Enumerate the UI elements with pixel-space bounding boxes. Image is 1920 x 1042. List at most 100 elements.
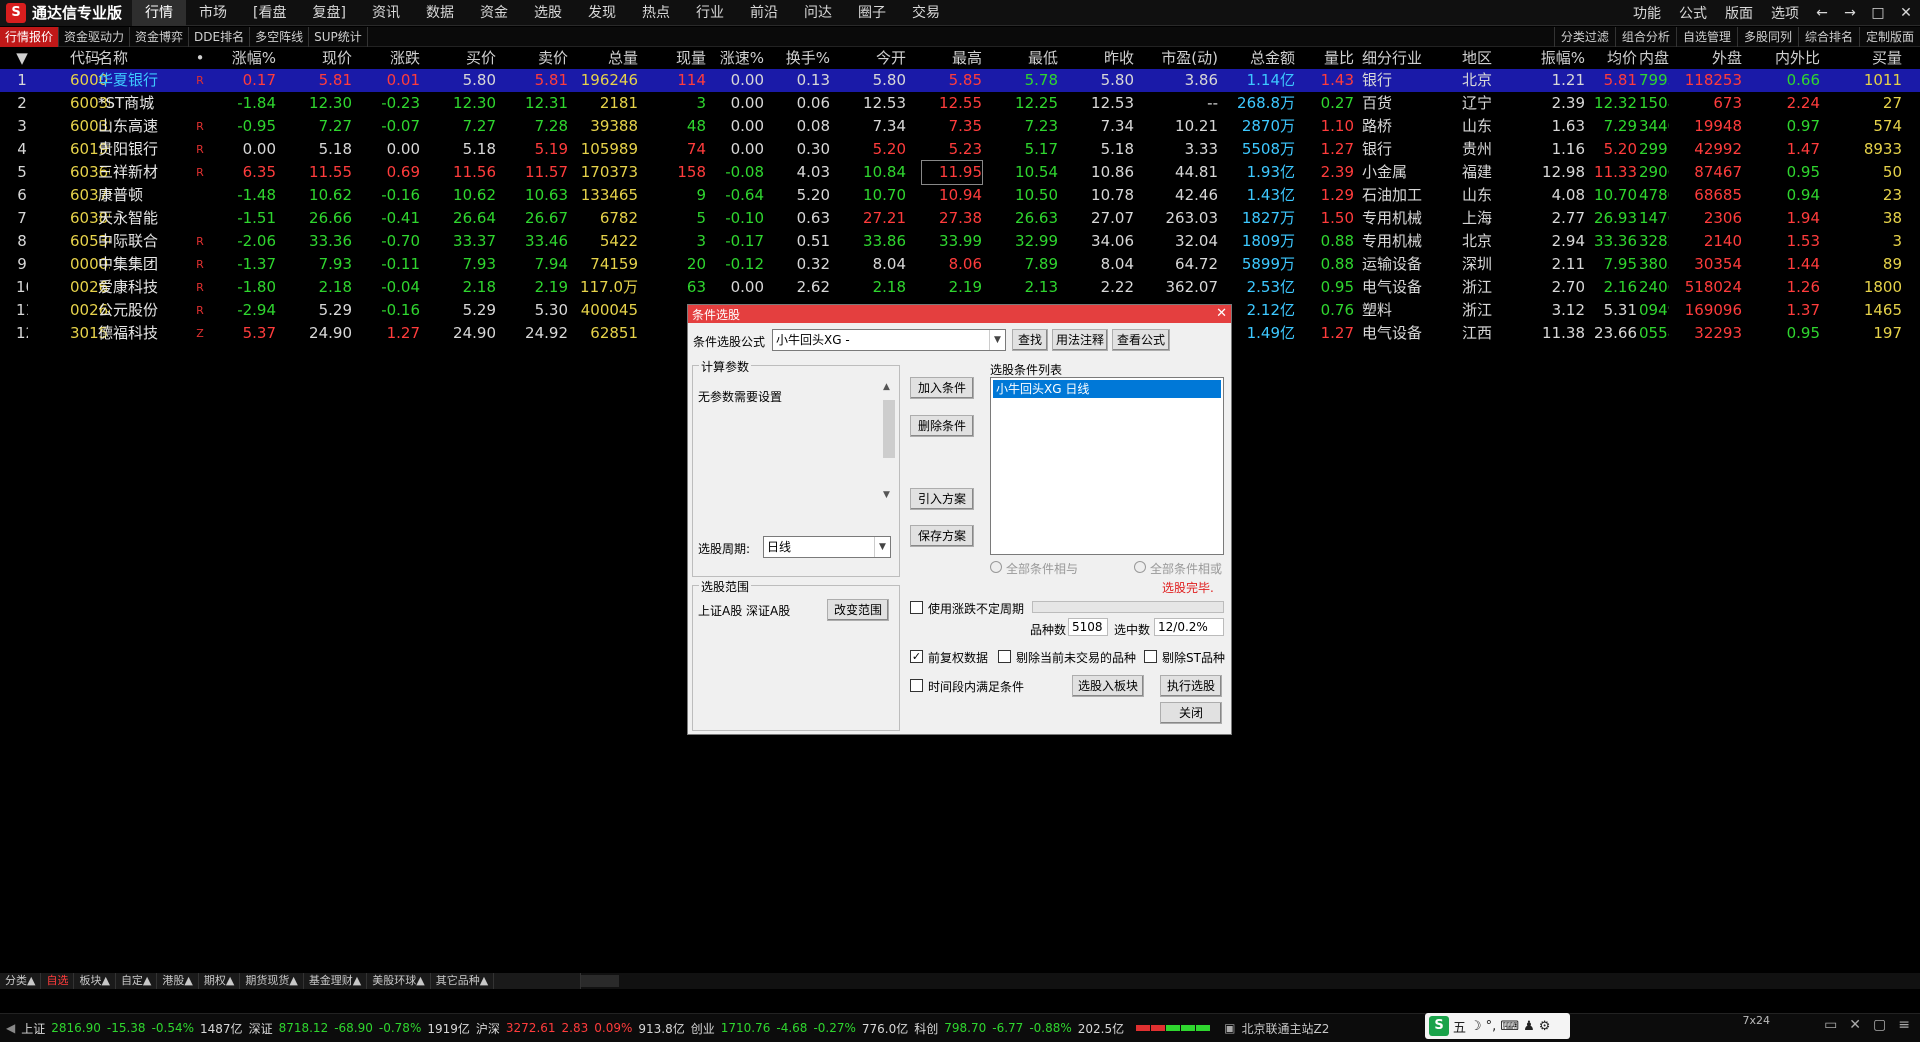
scroll-down-icon[interactable]: ▼ bbox=[883, 490, 890, 500]
delete-condition-button[interactable]: 删除条件 bbox=[910, 415, 974, 437]
column-header[interactable]: 今开 bbox=[846, 48, 906, 69]
column-header[interactable]: 均价 bbox=[1587, 48, 1637, 69]
column-header[interactable]: 振幅% bbox=[1519, 48, 1585, 69]
column-header[interactable]: 买量 bbox=[1846, 48, 1902, 69]
menu-item[interactable]: 市场 bbox=[186, 0, 240, 26]
menu-item[interactable]: 行业 bbox=[683, 0, 737, 26]
bottom-tab[interactable]: 板块▲ bbox=[74, 973, 116, 989]
menu-item[interactable]: 问达 bbox=[791, 0, 845, 26]
chevron-down-icon[interactable]: ▼ bbox=[989, 330, 1005, 350]
column-header[interactable]: 现价 bbox=[292, 48, 352, 69]
table-row[interactable]: 3600350山东高速R-0.957.27-0.077.277.28393884… bbox=[0, 115, 1920, 138]
table-row[interactable]: 9000039中集集团R-1.377.93-0.117.937.94741592… bbox=[0, 253, 1920, 276]
table-row[interactable]: 10002610爱康科技R-1.802.18-0.042.182.19117.0… bbox=[0, 276, 1920, 299]
column-header[interactable]: 涨速% bbox=[710, 48, 764, 69]
settings-icon[interactable]: ⚙ bbox=[1539, 1019, 1551, 1034]
column-header[interactable]: 现量 bbox=[656, 48, 706, 69]
scroll-up-icon[interactable]: ▲ bbox=[883, 382, 890, 392]
sub-tab[interactable]: SUP统计 bbox=[309, 26, 368, 47]
or-radio[interactable] bbox=[1134, 561, 1146, 573]
user-icon[interactable]: ♟ bbox=[1523, 1019, 1535, 1034]
condition-list[interactable]: 小牛回头XG 日线 bbox=[990, 377, 1224, 555]
bottom-tab[interactable]: 分类▲ bbox=[0, 973, 42, 989]
change-scope-button[interactable]: 改变范围 bbox=[827, 599, 889, 621]
back-arrow-icon[interactable]: ← bbox=[1808, 5, 1836, 21]
restore-window-icon[interactable]: □ bbox=[1864, 5, 1892, 21]
column-header[interactable]: • bbox=[195, 48, 205, 69]
collapse-icon[interactable]: ◀ bbox=[0, 1021, 18, 1035]
table-row[interactable]: 5603663三祥新材R6.3511.550.6911.5611.5717037… bbox=[0, 160, 1920, 185]
menu-item[interactable]: 热点 bbox=[629, 0, 683, 26]
server-name[interactable]: 北京联通主站Z2 bbox=[1238, 1020, 1332, 1037]
sub-tab[interactable]: 多空阵线 bbox=[250, 26, 310, 47]
menu-item[interactable]: 选股 bbox=[521, 0, 575, 26]
prev-adjust-checkbox[interactable]: ✓ bbox=[910, 650, 923, 663]
keyboard-icon[interactable]: ⌨ bbox=[1500, 1019, 1519, 1034]
import-scheme-button[interactable]: 引入方案 bbox=[910, 488, 974, 510]
ime-toolbar[interactable]: S 五 ☽ °, ⌨ ♟ ⚙ bbox=[1425, 1013, 1570, 1039]
find-button[interactable]: 查找 bbox=[1012, 329, 1048, 351]
close-button[interactable]: 关闭 bbox=[1160, 702, 1222, 724]
mute-icon[interactable]: ✕ bbox=[1849, 1017, 1861, 1033]
sub-tab-right[interactable]: 组合分析 bbox=[1614, 27, 1676, 47]
table-row[interactable]: 8605305中际联合R-2.0633.36-0.7033.3733.46542… bbox=[0, 230, 1920, 253]
bottom-tab[interactable]: 自定▲ bbox=[116, 973, 158, 989]
bottom-tab[interactable]: 期货现货▲ bbox=[240, 973, 304, 989]
and-radio[interactable] bbox=[990, 561, 1002, 573]
menu-item[interactable]: 交易 bbox=[899, 0, 953, 26]
menu-item[interactable]: 复盘] bbox=[299, 0, 358, 26]
column-header[interactable]: 内外比 bbox=[1770, 48, 1820, 69]
column-header[interactable]: 最高 bbox=[922, 48, 982, 69]
punctuation-icon[interactable]: °, bbox=[1486, 1019, 1497, 1034]
menu-formula[interactable]: 公式 bbox=[1670, 3, 1716, 23]
column-header[interactable]: 昨收 bbox=[1074, 48, 1134, 69]
dialog-close-icon[interactable]: ✕ bbox=[1216, 306, 1227, 321]
menu-item[interactable]: 数据 bbox=[413, 0, 467, 26]
menu-item[interactable]: 发现 bbox=[575, 0, 629, 26]
menu-options[interactable]: 选项 bbox=[1762, 3, 1808, 23]
sub-tab-right[interactable]: 自选管理 bbox=[1675, 27, 1737, 47]
sub-tab[interactable]: 行情报价 bbox=[0, 26, 60, 47]
bottom-tab[interactable]: 期权▲ bbox=[199, 973, 241, 989]
column-header[interactable]: ▼ bbox=[16, 48, 28, 69]
sub-tab[interactable]: 资金博弈 bbox=[130, 26, 190, 47]
scrollbar-thumb[interactable] bbox=[883, 400, 895, 458]
column-header[interactable]: 细分行业 bbox=[1362, 48, 1442, 69]
menu-item[interactable]: [看盘 bbox=[240, 0, 299, 26]
sub-tab[interactable]: DDE排名 bbox=[189, 26, 251, 47]
bottom-tab[interactable]: 自选 bbox=[41, 973, 75, 989]
menu-item[interactable]: 行情 bbox=[132, 0, 187, 26]
bottom-tab[interactable]: 其它品种▲ bbox=[431, 973, 495, 989]
bottom-tab[interactable]: 港股▲ bbox=[157, 973, 199, 989]
column-header[interactable]: 涨跌 bbox=[364, 48, 420, 69]
remove-st-checkbox[interactable] bbox=[1144, 650, 1157, 663]
chevron-down-icon[interactable]: ▼ bbox=[874, 537, 890, 557]
save-scheme-button[interactable]: 保存方案 bbox=[910, 525, 974, 547]
bottom-tab[interactable]: 美股环球▲ bbox=[367, 973, 431, 989]
table-row[interactable]: 4601997贵阳银行R0.005.180.005.185.1910598974… bbox=[0, 138, 1920, 161]
menu-item[interactable]: 圈子 bbox=[845, 0, 899, 26]
table-row[interactable]: 1600015华夏银行R0.175.810.015.805.8119624611… bbox=[0, 69, 1920, 92]
column-header[interactable]: 最低 bbox=[998, 48, 1058, 69]
menu-layout[interactable]: 版面 bbox=[1716, 3, 1762, 23]
menu-function[interactable]: 功能 bbox=[1624, 3, 1670, 23]
usage-notes-button[interactable]: 用法注释 bbox=[1052, 329, 1108, 351]
table-row[interactable]: 7603895天永智能-1.5126.66-0.4126.6426.676782… bbox=[0, 207, 1920, 230]
moon-icon[interactable]: ☽ bbox=[1470, 1019, 1482, 1034]
to-block-button[interactable]: 选股入板块 bbox=[1072, 675, 1144, 697]
table-row[interactable]: 2600306*ST商城-1.8412.30-0.2312.3012.31218… bbox=[0, 92, 1920, 115]
ime-mode[interactable]: 五 bbox=[1453, 1017, 1466, 1036]
bottom-tab[interactable]: 基金理财▲ bbox=[304, 973, 368, 989]
view-formula-button[interactable]: 查看公式 bbox=[1112, 329, 1170, 351]
column-header[interactable]: 名称 bbox=[98, 48, 208, 69]
column-header[interactable]: 买价 bbox=[436, 48, 496, 69]
period-select[interactable]: 日线 ▼ bbox=[763, 536, 891, 558]
sub-tab-right[interactable]: 分类过滤 bbox=[1553, 27, 1615, 47]
execute-button[interactable]: 执行选股 bbox=[1160, 675, 1222, 697]
menu-item[interactable]: 前沿 bbox=[737, 0, 791, 26]
remove-untraded-checkbox[interactable] bbox=[998, 650, 1011, 663]
table-row[interactable]: 6603798康普顿-1.4810.62-0.1610.6210.6313346… bbox=[0, 184, 1920, 207]
params-scrollbar[interactable]: ▲ ▼ bbox=[881, 382, 897, 500]
sub-tab-right[interactable]: 综合排名 bbox=[1797, 27, 1859, 47]
menu-item[interactable]: 资金 bbox=[467, 0, 521, 26]
